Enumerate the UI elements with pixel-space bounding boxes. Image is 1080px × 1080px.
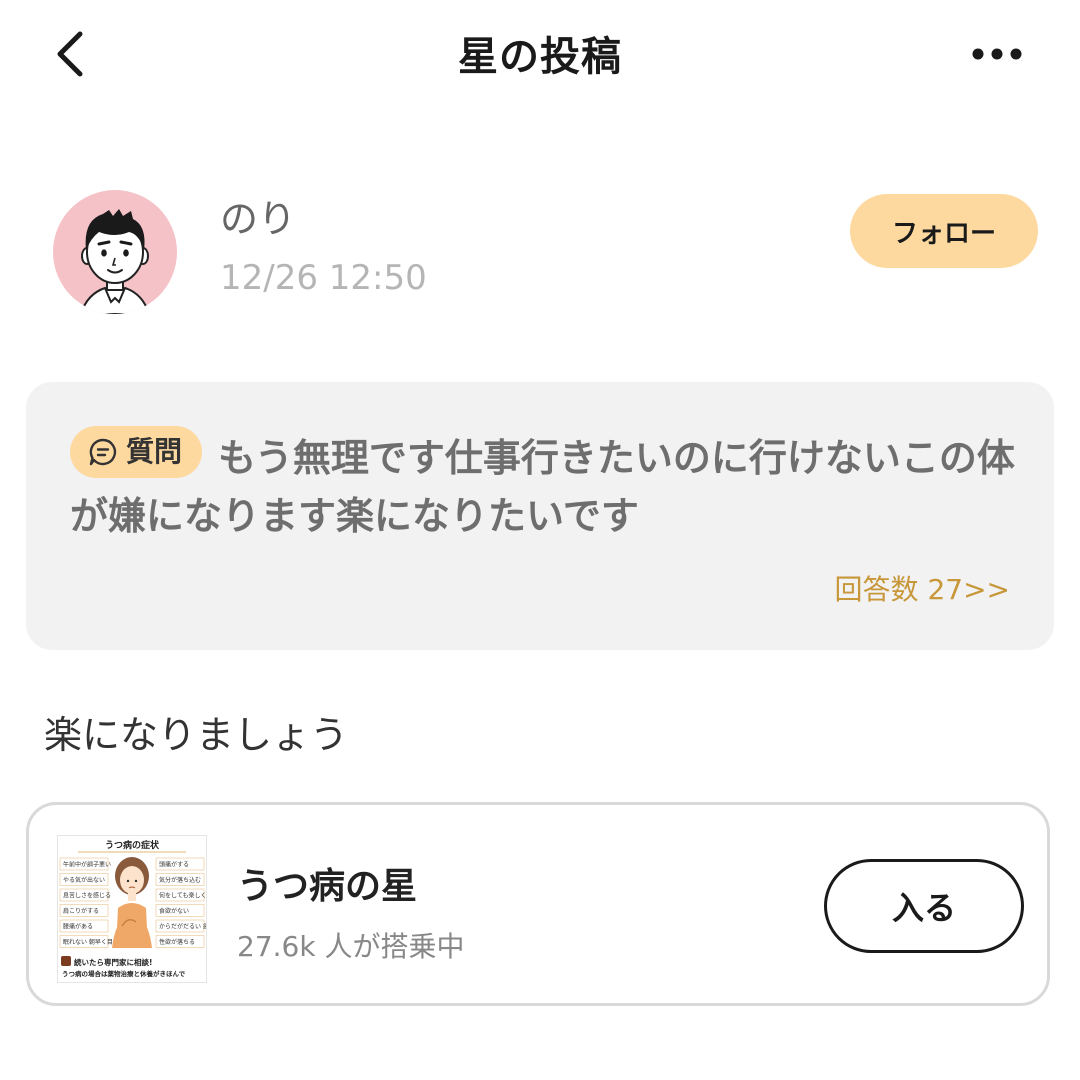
answer-text: 楽になりましょう <box>44 713 349 757</box>
thumbnail-item-text: 食欲がない <box>159 907 189 915</box>
more-options-button[interactable] <box>966 40 1030 68</box>
thumbnail-item-text: 息苦しさを感じる <box>63 892 111 900</box>
thumbnail-item-text: 気分が落ち込む <box>159 876 201 884</box>
thumbnail-item-text: やる気が出ない <box>63 876 105 884</box>
community-card[interactable]: うつ病の症状 午前中が調子悪い やる気が出ない 息苦しさを感じる 肩こりがする 腰痛があ… <box>26 802 1050 1006</box>
thumbnail-image: うつ病の症状 午前中が調子悪いやる気が出ない息苦しさを感じる肩こりがする腰痛があ… <box>59 839 233 980</box>
thumbnail-footer-line1: 続いたら専門家に相談! <box>74 957 152 967</box>
question-badge-label: 質問 <box>126 435 183 468</box>
chat-bubble-icon <box>89 438 117 466</box>
thumbnail-item-text: 性欲が落ちる <box>159 938 195 946</box>
thumbnail-item-text: 頭痛がする <box>159 861 189 869</box>
thumbnail-title: うつ病の症状 <box>105 839 160 851</box>
thumbnail-item-text: 何をしても楽しくない <box>159 892 206 900</box>
question-badge: 質問 <box>70 426 203 478</box>
avatar[interactable] <box>53 190 177 314</box>
page-title: 星の投稿 <box>458 34 622 80</box>
avatar-icon <box>79 209 151 314</box>
thumbnail-item-text: 午前中が調子悪い <box>63 861 111 869</box>
author-name[interactable]: のり <box>220 188 296 243</box>
thumbnail-footer-line2: うつ病の場合は薬物治療と休養がきほんで <box>62 969 186 978</box>
community-member-count: 27.6k 人が搭乗中 <box>237 930 465 963</box>
post-timestamp: 12/26 12:50 <box>220 258 427 298</box>
woman-illustration <box>112 857 152 948</box>
post-author-row: のり 12/26 12:50 フォロー <box>0 180 1080 320</box>
thumbnail-item-text: 腰痛がある <box>63 923 93 931</box>
question-body: 質問 もう無理です仕事行きたいのに行けないこの体が嫌になります楽になりたいです <box>70 426 1020 545</box>
community-thumbnail: うつ病の症状 午前中が調子悪い やる気が出ない 息苦しさを感じる 肩こりがする 腰痛があ… <box>57 835 233 983</box>
header-bar: 星の投稿 <box>0 0 1080 110</box>
thumbnail-item-text: 肩こりがする <box>63 907 99 915</box>
more-horizontal-icon <box>972 48 1022 60</box>
follow-button[interactable]: フォロー <box>850 194 1038 268</box>
question-text: もう無理です仕事行きたいのに行けないこの体が嫌になります楽になりたいです <box>70 436 1015 538</box>
answer-count-link[interactable]: 回答数 27>> <box>835 568 1010 608</box>
question-card[interactable]: 質問 もう無理です仕事行きたいのに行けないこの体が嫌になります楽になりたいです 回… <box>26 382 1054 650</box>
thumbnail-right-list: 頭痛がする気分が落ち込む何をしても楽しくない食欲がないからだがだるい 疲れやすい… <box>155 857 233 948</box>
thumbnail-item-text: からだがだるい 疲れやすい <box>159 923 206 931</box>
community-name[interactable]: うつ病の星 <box>237 857 417 909</box>
join-button[interactable]: 入る <box>824 859 1024 953</box>
